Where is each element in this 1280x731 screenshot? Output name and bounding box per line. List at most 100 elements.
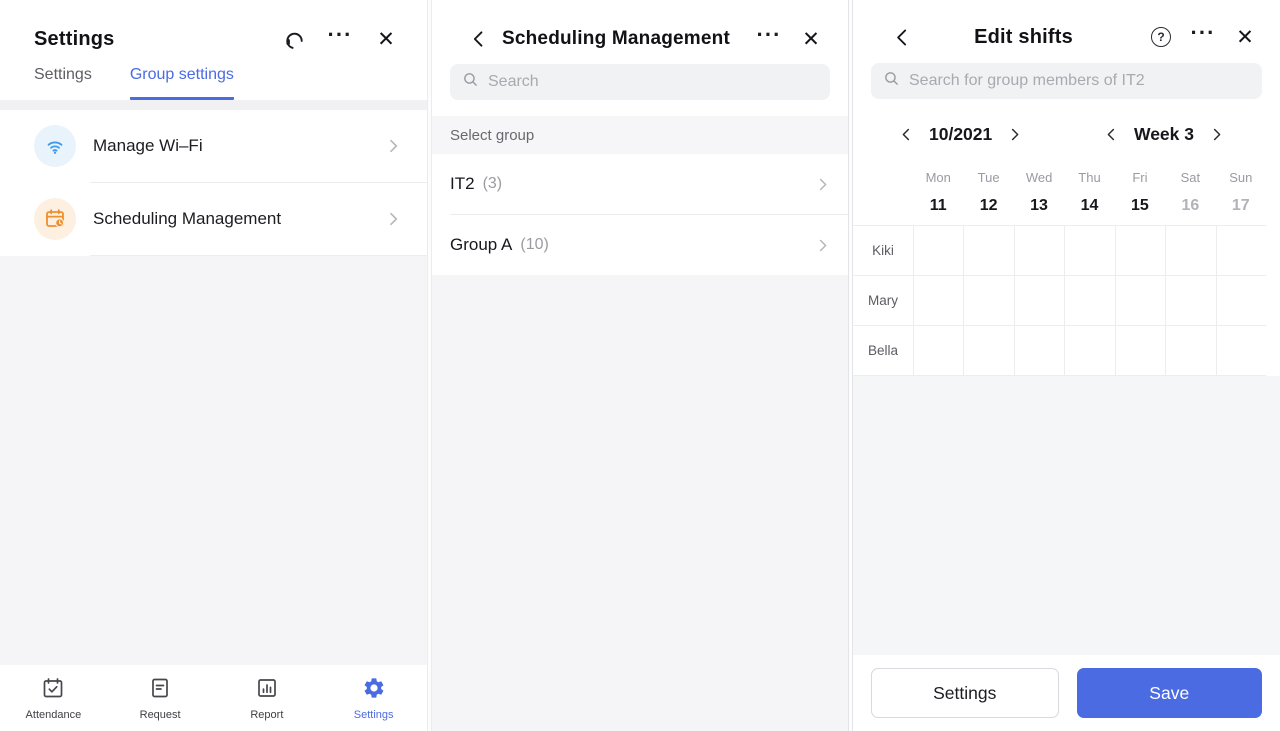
day-column-header[interactable]: Tue 12 <box>963 165 1013 225</box>
page-title: Scheduling Management <box>501 28 730 49</box>
chevron-right-icon <box>815 238 830 253</box>
shift-cell[interactable] <box>1215 276 1266 326</box>
edit-shifts-header: Edit shifts ? ··· ✕ <box>853 0 1280 50</box>
wifi-icon <box>34 125 76 167</box>
calendar-clock-icon <box>34 198 76 240</box>
screen: Settings ··· ✕ Settings Group settings M… <box>0 0 1280 731</box>
more-icon[interactable]: ··· <box>1190 22 1216 50</box>
search-bar[interactable] <box>871 63 1262 99</box>
back-icon[interactable] <box>889 24 915 50</box>
chevron-right-icon <box>385 138 401 154</box>
tab-settings[interactable]: Settings <box>34 66 92 100</box>
scheduling-header: Scheduling Management ··· ✕ <box>432 0 848 52</box>
bottom-navigation: Attendance Request Report Settings <box>0 665 427 731</box>
empty-area <box>432 275 848 731</box>
shift-cell[interactable] <box>1064 226 1115 276</box>
shift-row: Kiki <box>853 226 1266 276</box>
manage-wifi-row[interactable]: Manage Wi–Fi <box>0 110 427 182</box>
attendance-icon <box>41 676 65 705</box>
shift-cell[interactable] <box>1215 326 1266 376</box>
close-icon[interactable]: ✕ <box>373 26 399 52</box>
back-icon[interactable] <box>466 26 492 52</box>
select-group-header: Select group <box>432 116 848 154</box>
shift-cell[interactable] <box>963 226 1014 276</box>
group-member-count: (10) <box>520 236 549 253</box>
headset-support-icon[interactable] <box>281 26 307 52</box>
scheduling-management-row[interactable]: Scheduling Management <box>0 183 427 255</box>
shift-cell[interactable] <box>1114 226 1166 276</box>
settings-tabs: Settings Group settings <box>0 52 427 100</box>
nav-item-settings[interactable]: Settings <box>320 676 427 721</box>
tab-group-settings[interactable]: Group settings <box>129 66 234 100</box>
shift-row: Mary <box>853 276 1266 326</box>
nav-label: Report <box>250 708 284 721</box>
day-column-header[interactable]: Sat 16 <box>1165 165 1215 225</box>
empty-area <box>0 256 427 665</box>
search-input[interactable] <box>488 73 818 91</box>
shift-grid: Kiki Mary Bella <box>853 225 1266 376</box>
settings-panel: Settings ··· ✕ Settings Group settings M… <box>0 0 428 731</box>
search-bar[interactable] <box>450 64 830 100</box>
shift-cell[interactable] <box>1013 326 1065 376</box>
prev-week-icon[interactable] <box>1104 127 1119 142</box>
shift-cell[interactable] <box>913 326 964 376</box>
date-navigation: 10/2021 Week 3 <box>853 113 1280 155</box>
empty-area <box>853 376 1280 655</box>
chevron-right-icon <box>385 211 401 227</box>
prev-month-icon[interactable] <box>899 127 914 142</box>
shift-cell[interactable] <box>913 276 964 326</box>
group-row-it2[interactable]: IT2 (3) <box>432 154 848 214</box>
shift-cell[interactable] <box>913 226 964 276</box>
member-search-input[interactable] <box>909 72 1250 90</box>
day-column-header[interactable]: Fri 15 <box>1115 165 1165 225</box>
report-icon <box>255 676 279 705</box>
settings-button[interactable]: Settings <box>871 668 1059 718</box>
day-column-header[interactable]: Wed 13 <box>1014 165 1064 225</box>
edit-shifts-footer: Settings Save <box>853 655 1280 731</box>
nav-label: Settings <box>353 708 394 721</box>
shift-cell[interactable] <box>1013 226 1065 276</box>
shift-cell[interactable] <box>1165 326 1216 376</box>
member-name: Mary <box>853 276 913 326</box>
group-name: Group A <box>450 235 513 254</box>
nav-label: Request <box>139 708 181 721</box>
nav-item-attendance[interactable]: Attendance <box>0 676 107 721</box>
chevron-right-icon <box>815 177 830 192</box>
shift-cell[interactable] <box>1165 226 1216 276</box>
settings-gear-icon <box>362 676 386 705</box>
group-member-count: (3) <box>482 175 503 192</box>
close-icon[interactable]: ✕ <box>1232 24 1258 50</box>
shift-cell[interactable] <box>1114 326 1166 376</box>
save-button[interactable]: Save <box>1076 668 1262 718</box>
nav-item-report[interactable]: Report <box>214 676 321 721</box>
day-column-header[interactable]: Sun 17 <box>1216 165 1266 225</box>
shift-cell[interactable] <box>1064 326 1115 376</box>
scheduling-management-panel: Scheduling Management ··· ✕ Select group… <box>431 0 849 731</box>
shift-cell[interactable] <box>1114 276 1166 326</box>
member-name: Bella <box>853 326 913 376</box>
shift-cell[interactable] <box>1064 276 1115 326</box>
more-icon[interactable]: ··· <box>327 24 353 52</box>
nav-item-request[interactable]: Request <box>107 676 214 721</box>
next-week-icon[interactable] <box>1209 127 1224 142</box>
help-icon[interactable]: ? <box>1148 24 1174 50</box>
setting-item-label: Scheduling Management <box>93 209 282 228</box>
day-column-header[interactable]: Thu 14 <box>1064 165 1114 225</box>
shift-row: Bella <box>853 326 1266 376</box>
request-icon <box>148 676 172 705</box>
shift-cell[interactable] <box>963 276 1014 326</box>
next-month-icon[interactable] <box>1007 127 1022 142</box>
shift-cell[interactable] <box>963 326 1014 376</box>
shift-cell[interactable] <box>1215 226 1266 276</box>
day-column-header[interactable]: Mon 11 <box>913 165 963 225</box>
shift-cell[interactable] <box>1013 276 1065 326</box>
setting-item-label: Manage Wi–Fi <box>93 136 203 155</box>
group-row-group-a[interactable]: Group A (10) <box>432 215 848 275</box>
more-icon[interactable]: ··· <box>756 24 782 52</box>
close-icon[interactable]: ✕ <box>798 26 824 52</box>
page-title: Edit shifts <box>974 25 1073 48</box>
month-label: 10/2021 <box>929 123 993 144</box>
calendar-corner <box>853 165 913 225</box>
section-divider <box>0 100 427 110</box>
shift-cell[interactable] <box>1165 276 1216 326</box>
